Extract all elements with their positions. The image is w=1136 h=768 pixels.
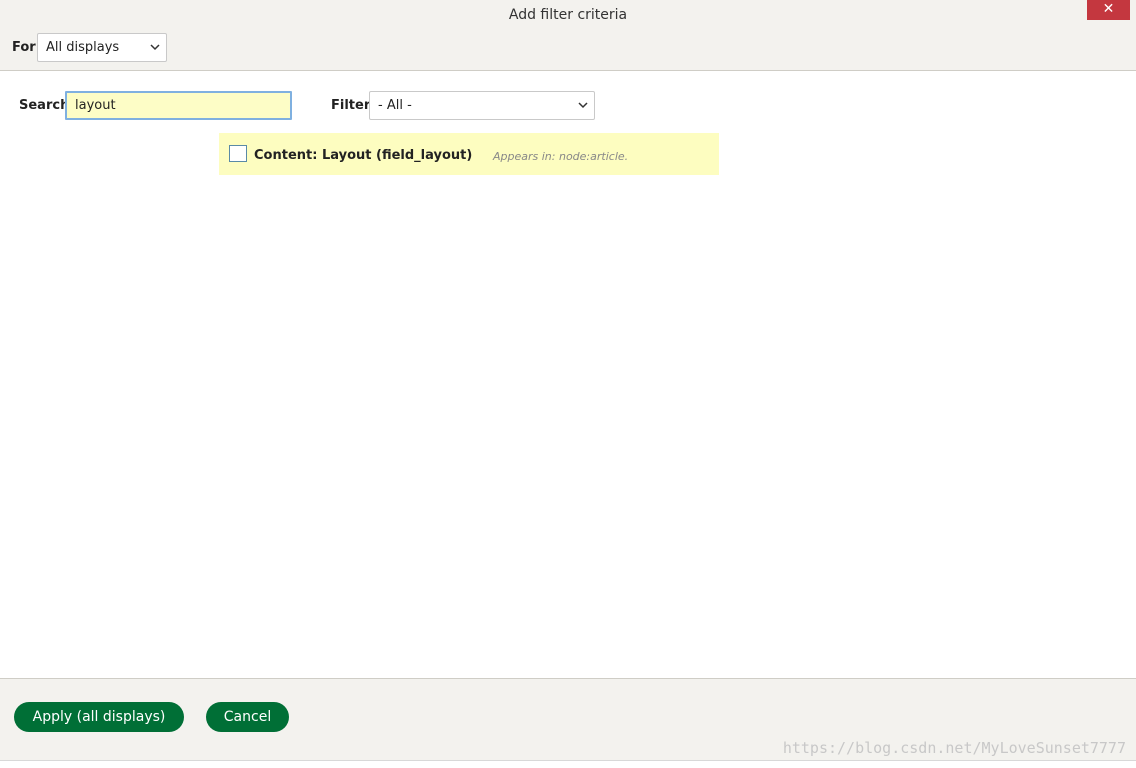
search-label: Search	[19, 98, 70, 113]
filter-label: Filter	[331, 98, 371, 113]
filter-select-value: - All -	[378, 98, 412, 113]
chevron-down-icon	[578, 92, 588, 130]
search-input[interactable]	[65, 91, 292, 120]
filter-select[interactable]: - All -	[369, 91, 595, 120]
result-appears-in: Appears in: node:article.	[493, 150, 629, 163]
dialog-header: Add filter criteria ✕ For All displays	[0, 0, 1136, 71]
add-filter-dialog: Add filter criteria ✕ For All displays S…	[0, 0, 1136, 768]
result-checkbox[interactable]	[229, 145, 247, 162]
result-title: Content: Layout (field_layout)	[254, 148, 473, 163]
apply-button[interactable]: Apply (all displays)	[14, 702, 184, 732]
close-button[interactable]: ✕	[1087, 0, 1130, 20]
for-label: For	[12, 40, 36, 55]
chevron-down-icon	[150, 34, 160, 72]
dialog-title: Add filter criteria	[508, 7, 628, 23]
watermark: https://blog.csdn.net/MyLoveSunset7777	[782, 739, 1126, 757]
for-displays-select[interactable]: All displays	[37, 33, 167, 62]
for-select-value: All displays	[46, 40, 120, 55]
dialog-footer: Apply (all displays) Cancel https://blog…	[0, 678, 1136, 760]
bottom-strip	[0, 760, 1136, 768]
cancel-button[interactable]: Cancel	[206, 702, 289, 732]
result-row[interactable]: Content: Layout (field_layout) Appears i…	[219, 133, 719, 175]
close-icon: ✕	[1102, 1, 1115, 17]
